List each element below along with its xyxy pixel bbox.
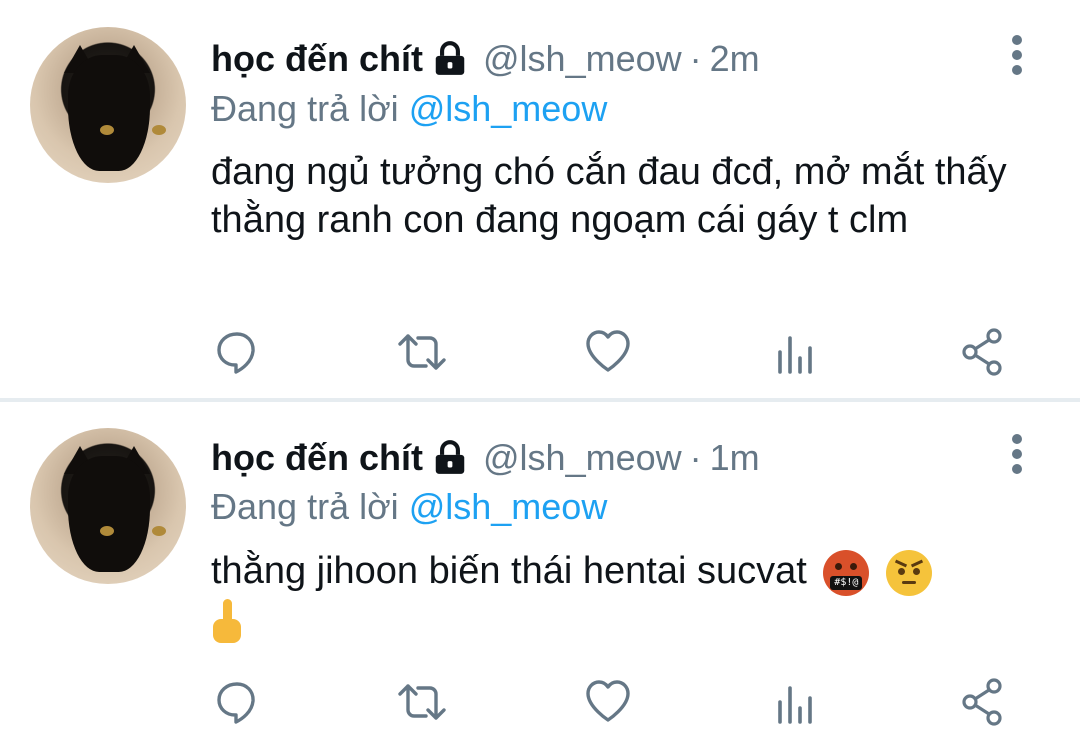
username-handle[interactable]: @lsh_meow — [483, 38, 682, 80]
share-icon — [962, 678, 1002, 726]
retweet-button[interactable] — [396, 326, 448, 378]
tweet-actions — [0, 676, 1080, 728]
tweet-actions — [0, 326, 1080, 378]
tweet-header: học đến chít @lsh_meow · 1m — [211, 436, 760, 480]
reply-icon — [217, 682, 255, 724]
analytics-button[interactable] — [770, 326, 822, 378]
display-name[interactable]: học đến chít — [211, 437, 423, 479]
tweet-text: đang ngủ tưởng chó cắn đau đcđ, mở mắt t… — [211, 151, 1007, 241]
avatar[interactable] — [30, 428, 186, 584]
reply-prefix: Đang trả lời — [211, 486, 399, 527]
separator-dot: · — [689, 437, 702, 478]
reply-icon — [217, 332, 255, 374]
analytics-button[interactable] — [770, 676, 822, 728]
display-name[interactable]: học đến chít — [211, 38, 423, 80]
avatar[interactable] — [30, 27, 186, 183]
like-button[interactable] — [582, 676, 634, 728]
retweet-button[interactable] — [396, 676, 448, 728]
like-button[interactable] — [582, 326, 634, 378]
tweet[interactable]: học đến chít @lsh_meow · 1m Đang trả lời… — [0, 402, 1080, 747]
retweet-icon — [398, 684, 446, 720]
username-handle[interactable]: @lsh_meow — [483, 437, 682, 479]
retweet-icon — [398, 334, 446, 370]
reply-button[interactable] — [211, 326, 263, 378]
heart-icon — [586, 330, 630, 372]
timestamp[interactable]: 2m — [710, 38, 760, 80]
separator-dot: · — [689, 38, 702, 79]
lock-icon — [435, 41, 465, 75]
angry-face-icon — [885, 549, 932, 596]
more-vertical-icon — [1012, 434, 1022, 444]
tweet[interactable]: học đến chít @lsh_meow · 2m Đang trả lời… — [0, 0, 1080, 398]
share-icon — [962, 328, 1002, 376]
reply-mention-link[interactable]: @lsh_meow — [409, 88, 608, 129]
analytics-icon — [778, 336, 812, 374]
heart-icon — [586, 680, 630, 722]
tweet-text-container: thằng jihoon biến thái hentai sucvat #$!… — [211, 547, 1021, 645]
analytics-icon — [778, 686, 812, 724]
timestamp[interactable]: 1m — [710, 437, 760, 479]
more-options-button[interactable] — [1000, 432, 1034, 476]
reply-context: Đang trả lời @lsh_meow — [211, 486, 607, 528]
more-options-button[interactable] — [1000, 33, 1034, 77]
lock-icon — [435, 440, 465, 474]
middle-finger-icon — [211, 598, 243, 645]
reply-prefix: Đang trả lời — [211, 88, 399, 129]
more-vertical-icon — [1012, 35, 1022, 45]
face-with-symbols-on-mouth-icon: #$!@ — [823, 549, 870, 596]
share-button[interactable] — [956, 676, 1008, 728]
tweet-header: học đến chít @lsh_meow · 2m — [211, 37, 760, 81]
reply-context: Đang trả lời @lsh_meow — [211, 88, 607, 130]
share-button[interactable] — [956, 326, 1008, 378]
tweet-text: thằng jihoon biến thái hentai sucvat — [211, 550, 807, 592]
reply-mention-link[interactable]: @lsh_meow — [409, 486, 608, 527]
reply-button[interactable] — [211, 676, 263, 728]
